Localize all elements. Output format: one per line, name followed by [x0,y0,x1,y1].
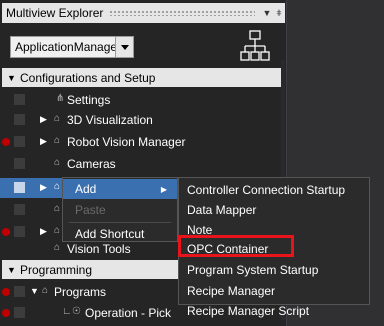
status-square-icon [14,114,25,125]
tree-item-label: Vision Tools [67,242,131,256]
expand-triangle-icon[interactable]: ▶ [40,136,47,147]
folder-icon: ⌂ [54,225,61,236]
tree-item-cameras[interactable]: ⌂ Cameras [0,153,287,175]
collapse-triangle-icon[interactable]: ▼ [2,265,18,275]
collapse-triangle-icon[interactable]: ▼ [30,286,39,296]
tree-item-selected[interactable]: ▶ ⌂ [0,178,70,198]
tree-item-label: 3D Visualization [67,113,153,127]
status-square-icon [14,286,25,297]
tree-item-label: Programs [54,285,107,299]
titlebar-grip[interactable] [109,10,255,16]
menu-item-paste-label: Paste [75,203,106,217]
submenu-item-data-mapper[interactable]: Data Mapper [187,200,256,220]
section-configurations-label: Configurations and Setup [20,70,156,85]
highlight-box [178,235,294,257]
folder-icon: ⌂ [54,203,61,214]
application-selector[interactable]: ApplicationManager0 [10,36,134,58]
chevron-down-icon[interactable] [115,37,133,57]
submenu-item-program-system-startup[interactable]: Program System Startup [187,260,318,280]
settings-icon: ⋔ [56,93,65,104]
status-square-icon [14,204,25,215]
status-square-icon [14,158,25,169]
panel-title: Multiview Explorer [6,6,104,20]
menu-item-add-label: Add [75,182,97,196]
collapse-triangle-icon[interactable]: ▼ [2,73,18,83]
tree-item-label: Robot Vision Manager [67,135,186,149]
program-icon: ☉ [72,306,81,317]
tree-item-settings[interactable]: ⋔ Settings [0,89,287,111]
folder-icon: ⌂ [42,285,49,296]
submenu-item-recipe-manager[interactable]: Recipe Manager [187,281,275,301]
menu-item-add-shortcut[interactable]: Add Shortcut [63,224,177,244]
panel-titlebar[interactable]: Multiview Explorer ▼ ǂ [2,3,285,23]
expand-triangle-icon[interactable]: ▶ [40,114,47,125]
error-indicator-icon [2,138,10,146]
application-selector-value: ApplicationManager0 [15,40,115,54]
section-programming-label: Programming [20,262,93,277]
menu-separator [69,222,171,223]
context-menu: Add ▶ Paste Add Shortcut [62,177,178,242]
expand-triangle-icon[interactable]: ▶ [40,182,47,193]
folder-icon: ⌂ [54,113,61,124]
status-square-icon [14,136,25,147]
submenu-arrow-icon: ▶ [160,184,167,194]
error-indicator-icon [2,288,10,296]
status-square-icon [14,182,25,193]
error-indicator-icon [2,228,10,236]
pin-icon[interactable]: ǂ [273,8,285,18]
folder-icon: ⌂ [54,242,61,253]
folder-icon: ⌂ [54,135,61,146]
status-square-icon [14,94,25,105]
folder-icon: ⌂ [54,181,61,192]
menu-item-add-shortcut-label: Add Shortcut [75,227,145,241]
folder-icon: ⌂ [54,157,61,168]
tree-item-3d-visualization[interactable]: ▶ ⌂ 3D Visualization [0,109,287,131]
hierarchy-icon[interactable] [240,30,270,66]
submenu-item-controller-connection-startup[interactable]: Controller Connection Startup [187,180,345,200]
error-indicator-icon [2,309,10,317]
status-square-icon [14,307,25,318]
tree-item-label: Settings [67,93,111,107]
menu-item-add[interactable]: Add ▶ [63,179,177,199]
section-configurations[interactable]: ▼ Configurations and Setup [2,68,285,87]
tree-branch-icon: ∟ [62,306,72,317]
expand-triangle-icon[interactable]: ▶ [40,226,47,237]
tree-item-robot-vision-manager[interactable]: ▶ ⌂ Robot Vision Manager [0,131,287,153]
tree-item-label: Operation - Pick [85,306,172,320]
menu-item-paste[interactable]: Paste [63,200,177,220]
submenu-item-recipe-manager-script[interactable]: Recipe Manager Script [187,301,309,321]
status-square-icon [14,226,25,237]
tree-item-label: Cameras [67,157,116,171]
chevron-down-icon[interactable]: ▼ [261,8,273,18]
